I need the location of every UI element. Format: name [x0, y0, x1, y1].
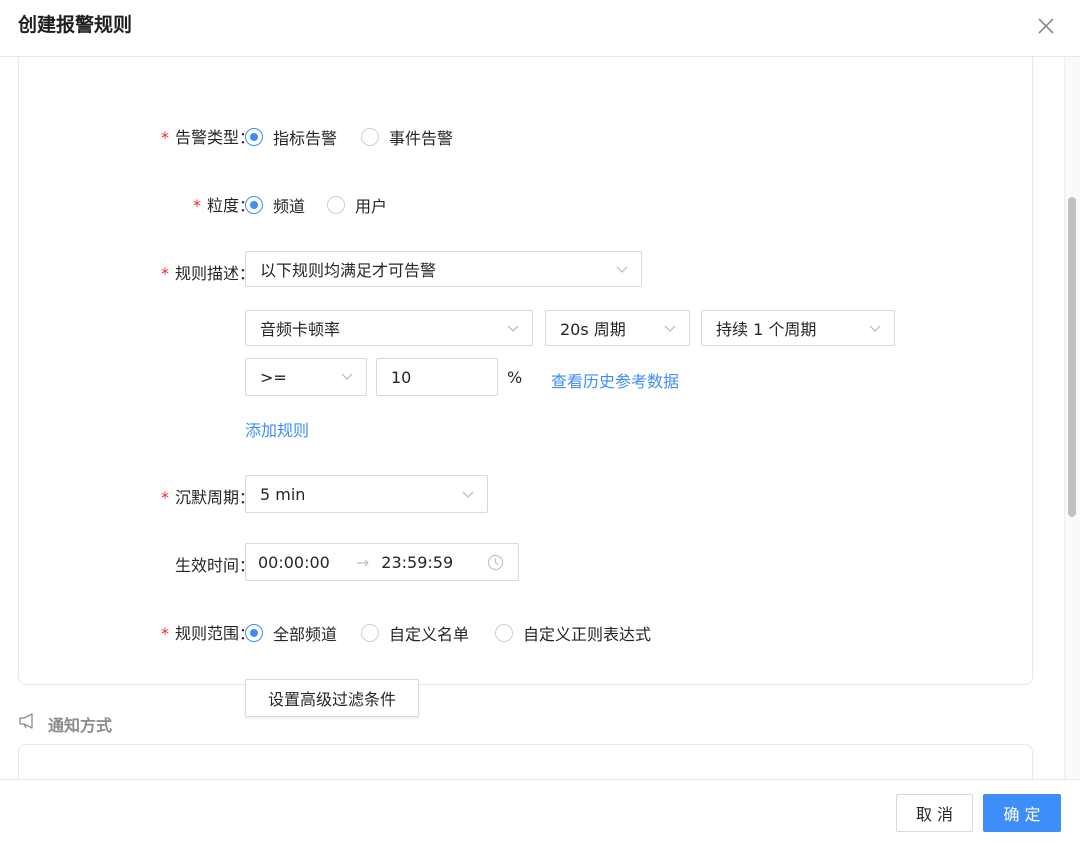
- radio-alert-type-event[interactable]: 事件告警: [361, 125, 453, 149]
- chevron-down-icon: [616, 266, 628, 273]
- threshold-unit: %: [507, 368, 523, 387]
- start-time: 00:00:00: [258, 552, 330, 572]
- radio-dot: [361, 624, 379, 642]
- rule-mode-select[interactable]: 以下规则均满足才可告警: [245, 251, 642, 287]
- chevron-down-icon: [869, 325, 881, 332]
- clock-icon: [487, 554, 504, 571]
- confirm-button[interactable]: 确 定: [983, 794, 1061, 832]
- rule-desc-label: * 规则描述：: [160, 264, 255, 283]
- radio-granularity-channel[interactable]: 频道: [245, 193, 305, 217]
- alert-type-label: * 告警类型：: [160, 128, 255, 147]
- rule-config-card: * 告警类型： 指标告警 事件告警 * 粒度： 频道 用户 * 规则描述： 以下规则均…: [18, 57, 1033, 717]
- silence-select[interactable]: 5 min: [245, 475, 488, 513]
- chevron-down-icon: [341, 373, 353, 380]
- view-history-link[interactable]: 查看历史参考数据: [551, 368, 679, 392]
- radio-scope-regex[interactable]: 自定义正则表达式: [495, 621, 651, 645]
- chevron-down-icon: [664, 325, 676, 332]
- duration-select[interactable]: 持续 1 个周期: [701, 310, 895, 346]
- notify-section-title: 通知方式: [48, 716, 113, 735]
- radio-dot: [327, 196, 345, 214]
- radio-dot: [361, 128, 379, 146]
- notify-card: [18, 744, 1033, 779]
- scrollbar[interactable]: [1064, 57, 1080, 779]
- scrollbar-thumb[interactable]: [1068, 197, 1076, 517]
- radio-alert-type-metric[interactable]: 指标告警: [245, 125, 337, 149]
- threshold-input[interactable]: 10: [376, 358, 498, 396]
- scope-label: * 规则范围：: [160, 624, 255, 643]
- metric-select[interactable]: 音频卡顿率: [245, 310, 533, 346]
- megaphone-icon: [19, 713, 33, 729]
- silence-label: * 沉默周期：: [160, 488, 255, 507]
- radio-granularity-user[interactable]: 用户: [327, 193, 387, 217]
- radio-dot-checked: [245, 196, 263, 214]
- close-icon[interactable]: [1034, 14, 1058, 38]
- range-arrow: →: [355, 552, 370, 572]
- period-select[interactable]: 20s 周期: [545, 310, 690, 346]
- chevron-down-icon: [507, 325, 519, 332]
- granularity-label: * 粒度：: [192, 196, 255, 215]
- dialog-header: 创建报警规则: [0, 0, 1080, 57]
- radio-dot: [495, 624, 513, 642]
- radio-dot-checked: [245, 624, 263, 642]
- operator-select[interactable]: >=: [245, 358, 367, 396]
- end-time: 23:59:59: [381, 552, 454, 572]
- radio-dot-checked: [245, 128, 263, 146]
- chevron-down-icon: [462, 491, 474, 498]
- effective-time-label: 生效时间：: [174, 556, 255, 575]
- dialog-body: * 告警类型： 指标告警 事件告警 * 粒度： 频道 用户 * 规则描述： 以下规则均…: [0, 57, 1064, 779]
- dialog-title: 创建报警规则: [18, 14, 133, 36]
- dialog-footer: 取 消 确 定: [0, 779, 1080, 845]
- radio-scope-custom-list[interactable]: 自定义名单: [361, 621, 469, 645]
- advanced-filter-button[interactable]: 设置高级过滤条件: [245, 679, 419, 717]
- cancel-button[interactable]: 取 消: [896, 794, 973, 832]
- radio-scope-all[interactable]: 全部频道: [245, 621, 337, 645]
- add-rule-link[interactable]: 添加规则: [245, 417, 309, 441]
- effective-time-range-picker[interactable]: 00:00:00 → 23:59:59: [245, 543, 519, 581]
